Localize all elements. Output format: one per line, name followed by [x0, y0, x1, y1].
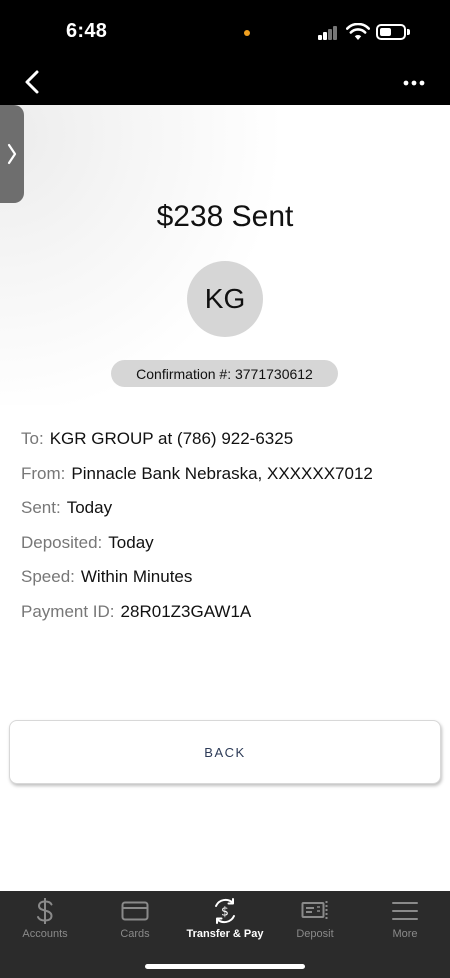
home-indicator: [145, 964, 305, 969]
tab-transfer-pay[interactable]: $ Transfer & Pay: [180, 891, 270, 951]
detail-value: KGR GROUP at (786) 922-6325: [49, 429, 294, 448]
detail-row-deposited: Deposited: Today: [21, 533, 441, 568]
detail-row-from: From: Pinnacle Bank Nebraska, XXXXXX7012: [21, 464, 441, 499]
battery-icon: [376, 24, 406, 40]
detail-row-speed: Speed: Within Minutes: [21, 567, 441, 602]
transfer-pay-icon: $: [210, 897, 240, 925]
detail-value: Within Minutes: [80, 567, 193, 587]
detail-label: To:: [21, 429, 44, 448]
detail-row-payment-id: Payment ID: 28R01Z3GAW1A: [21, 602, 441, 637]
confirmation-number-badge: Confirmation #: 3771730612: [111, 360, 338, 387]
bottom-tab-bar: Accounts Cards $ Transfer & Pay Deposit …: [0, 891, 450, 978]
tab-deposit[interactable]: Deposit: [270, 891, 360, 951]
detail-label: Speed:: [21, 567, 75, 587]
tab-label: Accounts: [22, 928, 68, 940]
recording-dot-icon: [244, 30, 250, 36]
cellular-signal-icon: [318, 26, 338, 40]
detail-label: Payment ID:: [21, 601, 115, 621]
tab-label: Cards: [120, 928, 150, 940]
payment-amount-title: $238 Sent: [156, 200, 294, 233]
back-chevron-icon[interactable]: [14, 64, 50, 100]
tab-more[interactable]: More: [360, 891, 450, 951]
card-icon: [120, 897, 150, 925]
detail-label: Sent:: [21, 498, 61, 518]
tab-label: Transfer & Pay: [186, 928, 264, 940]
detail-row-sent: Sent: Today: [21, 498, 441, 533]
dollar-icon: [30, 897, 60, 925]
nav-bar: [0, 62, 450, 105]
side-drawer-handle[interactable]: [0, 105, 24, 203]
status-time: 6:48: [66, 20, 108, 42]
wifi-icon: [346, 23, 370, 40]
tab-accounts[interactable]: Accounts: [0, 891, 90, 951]
detail-value: Today: [108, 532, 154, 552]
battery-cap: [407, 29, 410, 35]
detail-value: Today: [66, 498, 113, 518]
svg-text:$: $: [221, 905, 229, 919]
recipient-avatar: KG: [187, 261, 263, 337]
detail-label: From:: [21, 463, 66, 483]
detail-value: 28R01Z3GAW1A: [120, 601, 252, 621]
back-button[interactable]: BACK: [9, 720, 441, 784]
menu-icon: [390, 897, 420, 925]
tab-label: More: [392, 928, 418, 940]
deposit-check-icon: [300, 897, 330, 925]
tab-cards[interactable]: Cards: [90, 891, 180, 951]
tab-label: Deposit: [296, 928, 334, 940]
detail-label: Deposited:: [21, 532, 103, 552]
more-options-icon[interactable]: [398, 68, 430, 98]
chevron-right-icon: [7, 143, 17, 165]
payment-details: To: KGR GROUP at (786) 922-6325 From: Pinn…: [21, 429, 441, 637]
status-bar: 6:48: [0, 0, 450, 62]
confirmation-screen: $238 Sent KG Confirmation #: 3771730612 …: [0, 105, 450, 891]
detail-row-to: To: KGR GROUP at (786) 922-6325: [21, 429, 441, 464]
detail-value: Pinnacle Bank Nebraska, XXXXXX7012: [71, 463, 373, 483]
